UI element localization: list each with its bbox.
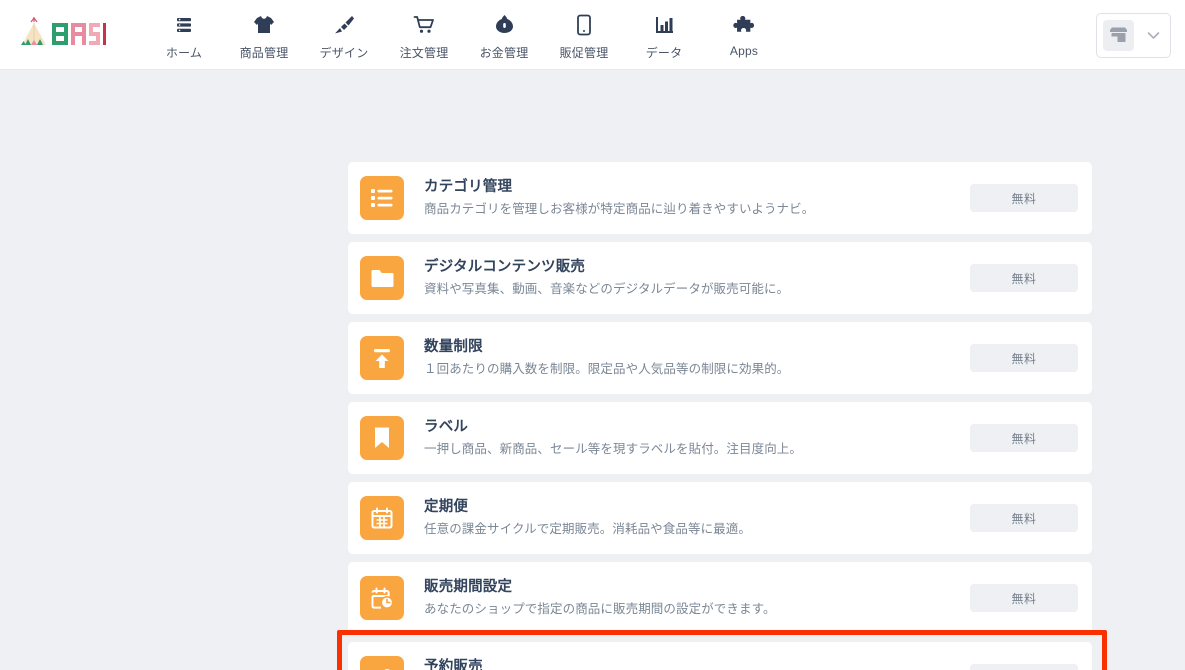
storefront-icon	[1103, 20, 1134, 51]
top-navigation-bar: ホーム 商品管理 デザイン 注文管理 お金管理 販促管理 データ Apps	[0, 0, 1185, 70]
apps-content-area: カテゴリ管理 商品カテゴリを管理しお客様が特定商品に辿り着きやすいようナビ。 無…	[0, 70, 1185, 670]
app-description: 資料や写真集、動画、音楽などのデジタルデータが販売可能に。	[424, 282, 790, 297]
app-card-quantity-limit[interactable]: 数量制限 １回あたりの購入数を制限。限定品や人気品等の制限に効果的。 無料	[348, 322, 1092, 394]
base-logo[interactable]	[14, 15, 106, 55]
app-card-sales-period-setting[interactable]: 販売期間設定 あなたのショップで指定の商品に販売期間の設定ができます。 無料	[348, 562, 1092, 634]
app-card-preorder-sales[interactable]: 予約販売 あなたのショップで予約商品の販売ができます。 無料	[348, 642, 1092, 670]
shop-switcher-button[interactable]	[1096, 13, 1171, 58]
app-description: 一押し商品、新商品、セール等を現すラベルを貼付。注目度向上。	[424, 442, 803, 457]
nav-item-promotion[interactable]: 販促管理	[544, 13, 624, 61]
paintbrush-icon	[333, 13, 355, 37]
nav-item-orders[interactable]: 注文管理	[384, 13, 464, 61]
chevron-down-icon	[1147, 31, 1160, 40]
app-price-button[interactable]: 無料	[970, 264, 1078, 292]
bar-chart-icon	[654, 13, 675, 37]
tshirt-icon	[253, 13, 275, 37]
app-text: デジタルコンテンツ販売 資料や写真集、動画、音楽などのデジタルデータが販売可能に…	[424, 258, 970, 297]
app-price-button[interactable]: 無料	[970, 424, 1078, 452]
app-card-label[interactable]: ラベル 一押し商品、新商品、セール等を現すラベルを貼付。注目度向上。 無料	[348, 402, 1092, 474]
app-text: 予約販売 あなたのショップで予約商品の販売ができます。	[424, 658, 970, 670]
app-text: カテゴリ管理 商品カテゴリを管理しお客様が特定商品に辿り着きやすいようナビ。	[424, 178, 970, 217]
puzzle-piece-icon	[733, 13, 755, 37]
nav-item-home[interactable]: ホーム	[144, 13, 224, 61]
nav-label-apps: Apps	[729, 43, 759, 58]
shopping-cart-icon	[413, 13, 436, 37]
app-title: 販売期間設定	[424, 579, 513, 596]
nav-label-home: ホーム	[165, 45, 203, 60]
app-price-button[interactable]: 無料	[970, 664, 1078, 670]
app-text: ラベル 一押し商品、新商品、セール等を現すラベルを貼付。注目度向上。	[424, 418, 970, 457]
app-title: ラベル	[424, 419, 469, 436]
app-card-subscription[interactable]: 定期便 任意の課金サイクルで定期販売。消耗品や食品等に最適。 無料	[348, 482, 1092, 554]
folder-icon	[360, 256, 404, 300]
nav-label-promotion: 販促管理	[559, 45, 609, 60]
nav-label-products: 商品管理	[239, 45, 289, 60]
app-text: 定期便 任意の課金サイクルで定期販売。消耗品や食品等に最適。	[424, 498, 970, 537]
app-text: 販売期間設定 あなたのショップで指定の商品に販売期間の設定ができます。	[424, 578, 970, 617]
main-navigation: ホーム 商品管理 デザイン 注文管理 お金管理 販促管理 データ Apps	[144, 0, 784, 70]
nav-item-data[interactable]: データ	[624, 13, 704, 61]
apps-list: カテゴリ管理 商品カテゴリを管理しお客様が特定商品に辿り着きやすいようナビ。 無…	[348, 162, 1092, 670]
nav-label-data: データ	[645, 45, 683, 60]
nav-label-orders: 注文管理	[399, 45, 449, 60]
app-title: 数量制限	[424, 339, 483, 356]
nav-item-products[interactable]: 商品管理	[224, 13, 304, 61]
app-description: あなたのショップで指定の商品に販売期間の設定ができます。	[424, 602, 776, 617]
arrow-up-to-bar-icon	[360, 336, 404, 380]
calendar-icon	[360, 496, 404, 540]
nav-item-apps[interactable]: Apps	[704, 13, 784, 58]
home-stack-icon	[174, 13, 194, 37]
app-price-button[interactable]: 無料	[970, 344, 1078, 372]
app-price-button[interactable]: 無料	[970, 184, 1078, 212]
nav-item-design[interactable]: デザイン	[304, 13, 384, 61]
nav-label-money: お金管理	[479, 45, 529, 60]
app-description: 任意の課金サイクルで定期販売。消耗品や食品等に最適。	[424, 522, 751, 537]
nav-label-design: デザイン	[319, 45, 369, 60]
cart-clock-icon	[360, 656, 404, 670]
app-title: 予約販売	[424, 659, 483, 670]
calendar-clock-icon	[360, 576, 404, 620]
app-description: 商品カテゴリを管理しお客様が特定商品に辿り着きやすいようナビ。	[424, 202, 815, 217]
app-card-digital-content-sales[interactable]: デジタルコンテンツ販売 資料や写真集、動画、音楽などのデジタルデータが販売可能に…	[348, 242, 1092, 314]
app-card-category-management[interactable]: カテゴリ管理 商品カテゴリを管理しお客様が特定商品に辿り着きやすいようナビ。 無…	[348, 162, 1092, 234]
app-text: 数量制限 １回あたりの購入数を制限。限定品や人気品等の制限に効果的。	[424, 338, 970, 377]
app-description: １回あたりの購入数を制限。限定品や人気品等の制限に効果的。	[424, 362, 790, 377]
list-bullets-icon	[360, 176, 404, 220]
app-price-button[interactable]: 無料	[970, 584, 1078, 612]
app-title: デジタルコンテンツ販売	[424, 259, 586, 276]
nav-item-money[interactable]: お金管理	[464, 13, 544, 61]
app-title: カテゴリ管理	[424, 179, 513, 196]
bookmark-icon	[360, 416, 404, 460]
app-title: 定期便	[424, 499, 469, 516]
app-price-button[interactable]: 無料	[970, 504, 1078, 532]
mobile-phone-icon	[576, 13, 592, 37]
coin-purse-icon	[494, 13, 515, 37]
base-logo-icon	[21, 16, 106, 45]
